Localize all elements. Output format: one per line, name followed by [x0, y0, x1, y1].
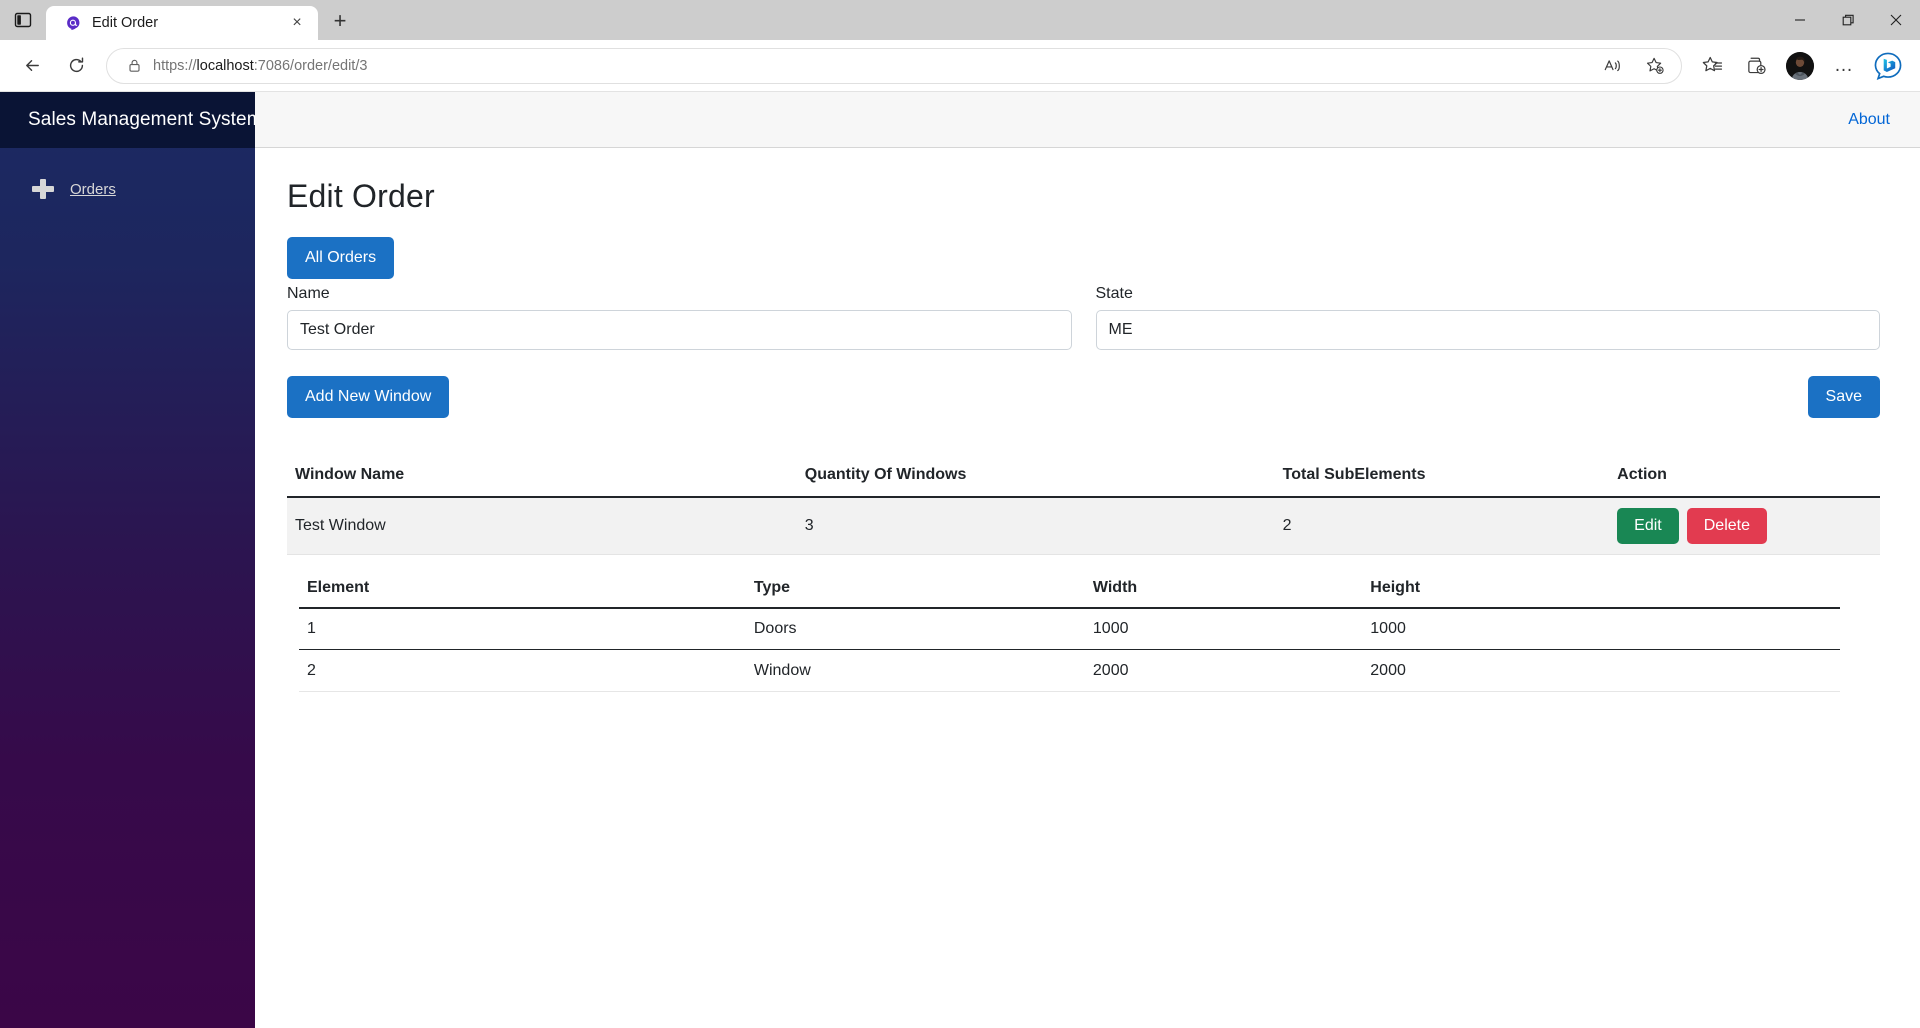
url-host: localhost	[196, 57, 254, 74]
sidebar-item-orders[interactable]: Orders	[0, 168, 255, 210]
tab-close-icon[interactable]: ×	[284, 10, 310, 36]
cell-height: 1000	[1362, 607, 1840, 650]
tab-actions-icon[interactable]	[0, 0, 46, 40]
state-field-group: State	[1095, 285, 1880, 350]
cell-quantity: 3	[796, 497, 1275, 555]
elements-table: Element Type Width Height 1 Doors 1000 1…	[299, 568, 1840, 692]
windows-table: Window Name Quantity Of Windows Total Su…	[287, 454, 1880, 555]
about-link[interactable]: About	[1848, 111, 1890, 129]
app-brand-label: Sales Management System	[28, 109, 263, 130]
edit-button[interactable]: Edit	[1617, 507, 1679, 544]
new-tab-button[interactable]: +	[322, 4, 358, 38]
cell-window-name: Test Window	[287, 497, 797, 555]
add-favorite-icon[interactable]	[1635, 46, 1675, 86]
table-row: 1 Doors 1000 1000	[299, 607, 1840, 650]
bing-copilot-icon[interactable]	[1868, 46, 1908, 86]
browser-toolbar: https://localhost:7086/order/edit/3 …	[0, 40, 1920, 92]
url-text: https://localhost:7086/order/edit/3	[153, 57, 368, 74]
add-new-window-button[interactable]: Add New Window	[287, 376, 450, 418]
profile-avatar[interactable]	[1780, 46, 1820, 86]
cell-element: 2	[299, 649, 746, 692]
cell-actions: Edit Delete	[1609, 497, 1880, 555]
name-label: Name	[287, 285, 330, 302]
state-input[interactable]	[1095, 310, 1880, 350]
windows-table-header-row: Window Name Quantity Of Windows Total Su…	[287, 454, 1880, 498]
order-form: Name State	[287, 285, 1880, 350]
page-title: Edit Order	[287, 178, 435, 214]
delete-button[interactable]: Delete	[1686, 507, 1767, 544]
close-window-button[interactable]	[1872, 0, 1920, 40]
browser-window: Edit Order × + https://localhost:7086/or…	[0, 0, 1920, 1028]
cell-total-subelements: 2	[1274, 497, 1610, 555]
app-topbar: About	[255, 92, 1920, 148]
header-window-name: Window Name	[287, 454, 797, 498]
subelements-section: Element Type Width Height 1 Doors 1000 1…	[287, 568, 1880, 692]
browser-tab[interactable]: Edit Order ×	[46, 6, 318, 40]
all-orders-button[interactable]: All Orders	[287, 237, 395, 279]
header-width: Width	[1084, 568, 1363, 609]
sidebar-nav: Orders	[0, 148, 255, 210]
maximize-button[interactable]	[1824, 0, 1872, 40]
lock-icon	[121, 58, 147, 73]
reload-icon[interactable]	[56, 46, 96, 86]
header-total-subelements: Total SubElements	[1274, 454, 1610, 498]
tab-title: Edit Order	[92, 15, 159, 31]
action-row: Add New Window Save	[287, 376, 1880, 418]
cell-element: 1	[299, 607, 746, 650]
more-settings-icon[interactable]: …	[1824, 46, 1864, 86]
cell-width: 1000	[1084, 607, 1363, 650]
header-height: Height	[1362, 568, 1840, 609]
name-field-group: Name	[287, 285, 1072, 350]
main-content: Edit Order All Orders Name State Add New…	[255, 148, 1920, 1028]
name-input[interactable]	[287, 310, 1072, 350]
cell-width: 2000	[1084, 649, 1363, 692]
cell-type: Doors	[745, 607, 1085, 650]
sidebar-item-label: Orders	[70, 180, 116, 198]
table-row: 2 Window 2000 2000	[299, 649, 1840, 692]
header-element: Element	[299, 568, 746, 609]
cell-height: 2000	[1362, 649, 1840, 692]
window-controls	[1776, 0, 1920, 40]
avatar	[1786, 51, 1814, 80]
elements-table-header-row: Element Type Width Height	[299, 568, 1840, 609]
plus-icon	[32, 178, 54, 200]
read-aloud-icon[interactable]	[1593, 46, 1633, 86]
back-arrow-icon[interactable]	[12, 46, 52, 86]
collections-icon[interactable]	[1736, 46, 1776, 86]
app-brand[interactable]: Sales Management System	[0, 92, 263, 148]
sidebar: Sales Management System Orders	[0, 92, 263, 1028]
content-column: About Edit Order All Orders Name State	[255, 92, 1920, 1028]
page-viewport: Sales Management System Orders About Edi…	[0, 92, 1920, 1028]
row-action-buttons: Edit Delete	[1617, 507, 1880, 544]
blazor-icon	[64, 14, 82, 32]
state-label: State	[1095, 285, 1133, 302]
address-bar[interactable]: https://localhost:7086/order/edit/3	[106, 46, 1682, 86]
minimize-button[interactable]	[1776, 0, 1824, 40]
header-type: Type	[745, 568, 1085, 609]
cell-type: Window	[745, 649, 1085, 692]
browser-titlebar: Edit Order × +	[0, 0, 1920, 40]
header-quantity-of-windows: Quantity Of Windows	[796, 454, 1275, 498]
table-row: Test Window 3 2 Edit Delete	[287, 497, 1880, 555]
save-button[interactable]: Save	[1807, 376, 1880, 418]
header-action: Action	[1609, 454, 1880, 498]
favorites-icon[interactable]	[1692, 46, 1732, 86]
